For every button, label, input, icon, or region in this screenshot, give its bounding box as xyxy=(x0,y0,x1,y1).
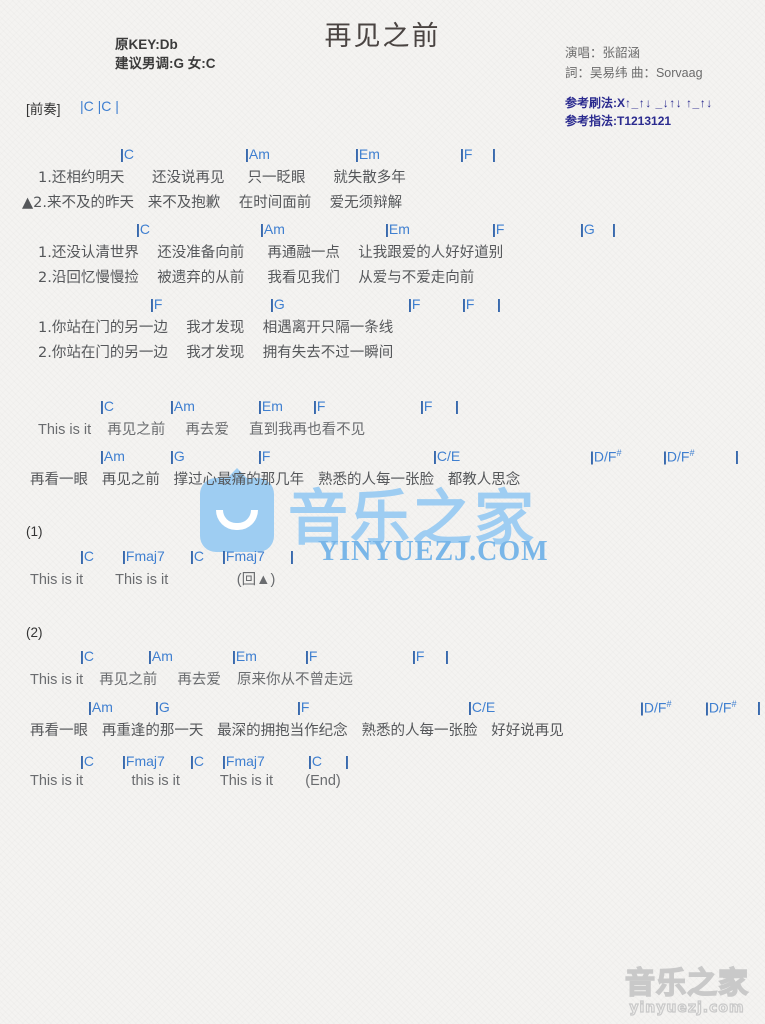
chord-marker: |Fmaj7 xyxy=(122,548,165,564)
chord-marker: |Em xyxy=(232,648,257,664)
chord-marker: | xyxy=(735,448,739,464)
lyric-line: This is it This is it (回▲) xyxy=(30,572,276,588)
chord-line-ending-3: |Am |G |F |C/E |D/F# |D/F# | xyxy=(0,699,765,719)
lyric-line: This is it 再见之前 再去爱 直到我再也看不见 xyxy=(38,422,366,438)
chord-marker: |D/F# xyxy=(663,448,695,465)
chord-marker: | xyxy=(455,398,459,414)
chord-marker: |F xyxy=(460,146,473,162)
chord-marker: |C xyxy=(190,753,205,769)
chord-sheet: 再见之前 原KEY:Db 建议男调:G 女:C 演唱：张韶涵 詞：吴易纬 曲：S… xyxy=(0,0,765,1024)
lyric-line: This is it 再见之前 再去爱 原来你从不曾走远 xyxy=(30,672,354,688)
chord-marker: |C/E xyxy=(433,448,461,464)
chord-line-ending-4: |C |Fmaj7 |C |Fmaj7 |C | xyxy=(0,753,765,773)
intro-chords: |C |C | xyxy=(80,98,119,114)
key-info: 原KEY:Db 建议男调:G 女:C xyxy=(115,35,216,73)
chord-line-verse-1c: |F |G |F |F | xyxy=(0,296,765,316)
lyric-line: 1.你站在门的另一边 我才发现 相遇离开只隔一条线 xyxy=(38,320,394,336)
chord-marker: |F xyxy=(412,648,425,664)
chord-marker: |Em xyxy=(385,221,410,237)
chord-marker: |D/F# xyxy=(590,448,622,465)
chord-marker: |C/E xyxy=(468,699,496,715)
chord-marker: | xyxy=(497,296,501,312)
lyric-line: 2.沿回忆慢慢捡 被遗弃的从前 我看见我们 从爱与不爱走向前 xyxy=(38,270,475,286)
lyric-line: This is it this is it This is it (End) xyxy=(30,773,341,789)
chord-marker: |C xyxy=(136,221,151,237)
chord-marker: |F xyxy=(420,398,433,414)
chord-marker: |F xyxy=(313,398,326,414)
lyric-line: 再看一眼 再重逢的那一天 最深的拥抱当作纪念 熟悉的人每一张脸 好好说再见 xyxy=(30,723,564,739)
section-label-ending-2: (2) xyxy=(26,625,43,640)
chord-marker: |Em xyxy=(355,146,380,162)
chord-marker: |C xyxy=(80,548,95,564)
chord-marker: |Fmaj7 xyxy=(222,548,265,564)
lyric-line: 再看一眼 再见之前 撑过心最痛的那几年 熟悉的人每一张脸 都教人思念 xyxy=(30,472,521,488)
lyric-line: 1.还没认清世界 还没准备向前 再通融一点 让我跟爱的人好好道别 xyxy=(38,245,504,261)
chord-marker: |D/F# xyxy=(640,699,672,716)
chord-marker: |C xyxy=(190,548,205,564)
chord-marker: |Am xyxy=(148,648,173,664)
chord-line-ending-2: |C |Am |Em |F |F | xyxy=(0,648,765,668)
chord-marker: |F xyxy=(150,296,163,312)
chord-marker: | xyxy=(345,753,349,769)
chord-marker: |C xyxy=(80,753,95,769)
chord-marker: |Am xyxy=(245,146,270,162)
chord-marker: | xyxy=(757,699,761,715)
chord-marker: |G xyxy=(170,448,185,464)
singer-credit: 演唱：张韶涵 xyxy=(565,46,641,60)
chord-marker: |Am xyxy=(260,221,285,237)
suggested-key: 建议男调:G 女:C xyxy=(115,56,216,71)
chord-marker: |G xyxy=(155,699,170,715)
chord-marker: |C xyxy=(80,648,95,664)
writer-credit: 詞：吴易纬 曲：Sorvaag xyxy=(565,66,703,80)
chord-marker: | xyxy=(492,146,496,162)
chord-marker: |G xyxy=(270,296,285,312)
chord-marker: | xyxy=(290,548,294,564)
chord-marker: |Am xyxy=(88,699,113,715)
chord-marker: |C xyxy=(120,146,135,162)
chord-marker: |Am xyxy=(100,448,125,464)
chord-marker: |F xyxy=(297,699,310,715)
chord-marker: |F xyxy=(305,648,318,664)
chord-marker: |F xyxy=(462,296,475,312)
chord-marker: |F xyxy=(258,448,271,464)
chord-line-ending-1: |C |Fmaj7 |C |Fmaj7 | xyxy=(0,548,765,568)
chord-marker: |F xyxy=(492,221,505,237)
lyric-line: 2.你站在门的另一边 我才发现 拥有失去不过一瞬间 xyxy=(38,345,394,361)
chord-marker: |Fmaj7 xyxy=(122,753,165,769)
chord-line-chorus-2: |Am |G |F |C/E |D/F# |D/F# | xyxy=(0,448,765,468)
chord-marker: |C xyxy=(100,398,115,414)
chord-marker: |Am xyxy=(170,398,195,414)
intro-chord-line: |C |C | xyxy=(0,98,765,118)
section-label-ending-1: (1) xyxy=(26,524,43,539)
chord-line-verse-1a: |C |Am |Em |F | xyxy=(0,146,765,166)
credits: 演唱：张韶涵 詞：吴易纬 曲：Sorvaag xyxy=(565,43,703,83)
chord-marker: |Fmaj7 xyxy=(222,753,265,769)
chord-line-verse-1b: |C |Am |Em |F |G | xyxy=(0,221,765,241)
original-key: 原KEY:Db xyxy=(115,37,178,52)
lyric-line: ▲2.来不及的昨天 来不及抱歉 在时间面前 爱无须辩解 xyxy=(22,195,403,211)
chord-marker: |Em xyxy=(258,398,283,414)
chord-line-chorus-1: |C |Am |Em |F |F | xyxy=(0,398,765,418)
chord-marker: | xyxy=(612,221,616,237)
chord-marker: |C xyxy=(308,753,323,769)
chord-marker: |G xyxy=(580,221,595,237)
lyric-line: 1.还相约明天 还没说再见 只一眨眼 就失散多年 xyxy=(38,170,406,186)
chord-marker: |D/F# xyxy=(705,699,737,716)
chord-marker: | xyxy=(445,648,449,664)
chord-marker: |F xyxy=(408,296,421,312)
